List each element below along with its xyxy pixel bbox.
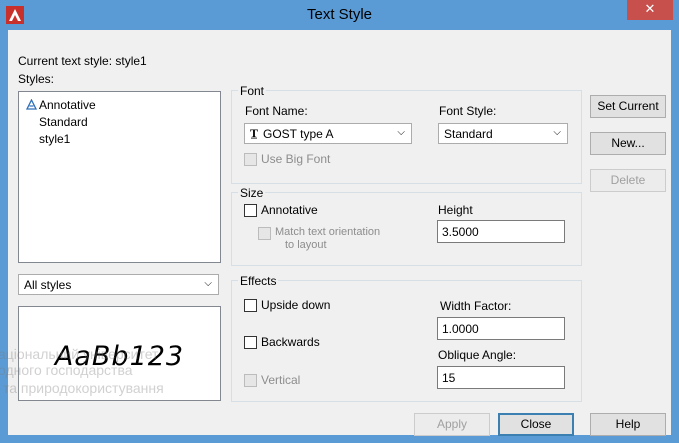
chevron-down-icon: ⌵	[204, 278, 212, 289]
oblique-angle-label: Oblique Angle:	[438, 348, 517, 362]
close-button[interactable]: Close	[498, 413, 574, 436]
dialog-body: Current text style: style1 Styles: Annot…	[0, 30, 671, 436]
use-big-font-label: Use Big Font	[261, 152, 331, 166]
styles-filter-value: All styles	[24, 278, 72, 292]
use-big-font-checkbox[interactable]	[244, 153, 257, 166]
current-style-label: Current text style: style1	[18, 54, 147, 68]
upside-down-label: Upside down	[261, 298, 331, 312]
list-item-label: Annotative	[39, 98, 96, 112]
font-name-value: GOST type A	[263, 127, 334, 141]
vertical-label: Vertical	[261, 373, 301, 387]
width-factor-label: Width Factor:	[440, 299, 512, 313]
width-factor-value: 1.0000	[442, 322, 479, 336]
oblique-angle-value: 15	[442, 371, 456, 385]
watermark-text: аціональний університет	[0, 346, 159, 362]
height-value: 3.5000	[442, 225, 479, 239]
font-style-label: Font Style:	[439, 104, 497, 118]
match-orientation-label-2: to layout	[285, 239, 327, 251]
annotative-icon	[26, 99, 37, 110]
delete-button[interactable]: Delete	[590, 169, 666, 192]
oblique-angle-input[interactable]: 15	[437, 366, 565, 389]
title-bar[interactable]: Text Style ✕	[0, 0, 679, 30]
vertical-checkbox[interactable]	[244, 374, 257, 387]
styles-label: Styles:	[18, 72, 55, 86]
annotative-label: Annotative	[261, 203, 318, 217]
font-style-select[interactable]: Standard ⌵	[438, 123, 568, 144]
chevron-down-icon: ⌵	[397, 127, 405, 138]
font-style-value: Standard	[444, 127, 493, 141]
match-orientation-checkbox[interactable]	[258, 227, 271, 240]
watermark-text: та природокористування	[3, 380, 164, 396]
list-item[interactable]: style1	[24, 132, 214, 148]
font-group: Font Font Name: T̲ GOST type A ⌵ Font St…	[231, 84, 582, 184]
width-factor-input[interactable]: 1.0000	[437, 317, 565, 340]
font-group-title: Font	[238, 84, 267, 98]
backwards-checkbox[interactable]	[244, 336, 257, 349]
size-group: Size Annotative Match text orientation t…	[231, 186, 582, 266]
effects-group-title: Effects	[238, 274, 279, 288]
list-item-label: style1	[39, 132, 71, 146]
close-window-button[interactable]: ✕	[627, 0, 673, 20]
list-item-label: Standard	[39, 115, 88, 129]
new-button[interactable]: New...	[590, 132, 666, 155]
match-orientation-label: Match text orientation	[275, 226, 381, 238]
list-item[interactable]: Standard	[24, 115, 214, 131]
upside-down-checkbox[interactable]	[244, 299, 257, 312]
styles-list[interactable]: Annotative Standard style1	[18, 91, 221, 263]
font-name-label: Font Name:	[245, 104, 308, 118]
chevron-down-icon: ⌵	[553, 127, 561, 138]
annotative-checkbox[interactable]	[244, 204, 257, 217]
apply-button[interactable]: Apply	[414, 413, 490, 436]
effects-group: Effects Upside down Backwards Vertical W…	[231, 274, 582, 402]
height-input[interactable]: 3.5000	[437, 220, 565, 243]
close-icon: ✕	[644, 2, 656, 17]
list-item[interactable]: Annotative	[24, 97, 214, 113]
truetype-icon: T̲	[250, 126, 259, 140]
styles-filter-select[interactable]: All styles ⌵	[18, 274, 219, 295]
watermark-text: одного господарства	[0, 362, 133, 378]
backwards-label: Backwards	[261, 335, 320, 349]
dialog-title: Text Style	[306, 6, 373, 23]
help-button[interactable]: Help	[590, 413, 666, 436]
text-style-dialog: Text Style ✕ Current text style: style1 …	[0, 0, 679, 443]
height-label: Height	[438, 203, 473, 217]
set-current-button[interactable]: Set Current	[590, 95, 666, 118]
font-name-select[interactable]: T̲ GOST type A ⌵	[244, 123, 412, 144]
size-group-title: Size	[238, 186, 266, 200]
